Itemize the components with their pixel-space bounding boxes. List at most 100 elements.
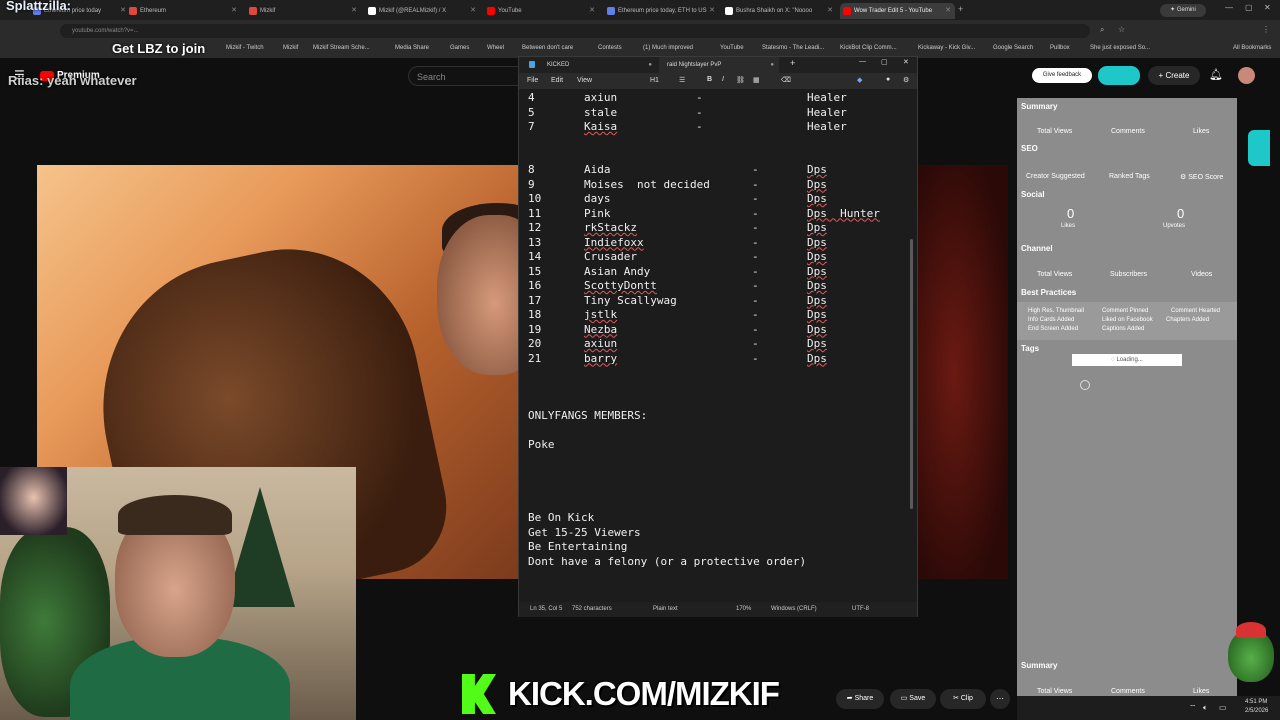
clip-button[interactable]: ✂ Clip <box>940 689 986 709</box>
table-icon[interactable]: ▦ <box>753 76 760 84</box>
zoom-icon[interactable]: ⌕ <box>1100 25 1104 35</box>
bookmark-item[interactable]: Games <box>450 45 469 51</box>
encoding[interactable]: UTF-8 <box>852 606 869 612</box>
clock-time[interactable]: 4:51 PM <box>1245 699 1267 705</box>
close-window-icon[interactable]: ✕ <box>1264 3 1271 12</box>
browser-tab[interactable]: Bushra Shaikh on X: "Noooo ✕ <box>722 3 837 19</box>
browser-tab[interactable]: Ethereum ✕ <box>126 3 241 19</box>
heading-dropdown[interactable]: H1 <box>650 77 659 84</box>
seo-score-label[interactable]: ⚙︎ SEO Score <box>1180 173 1223 181</box>
minimize-icon[interactable]: — <box>859 58 866 65</box>
notifications-bell-icon[interactable]: 🔔︎ <box>1209 68 1223 81</box>
onlyfangs-member: Poke <box>528 438 555 451</box>
close-tab-icon[interactable]: ✕ <box>351 3 357 19</box>
browser-tab[interactable]: Ethereum price today, ETH to US ✕ <box>604 3 719 19</box>
roster-role: Dps <box>807 177 827 191</box>
list-icon[interactable]: ☰ <box>679 76 685 84</box>
tags-loading-box: ◌ Loading... <box>1072 354 1182 366</box>
bold-icon[interactable]: B <box>707 76 712 83</box>
bookmark-item[interactable]: Mizkif - Twitch <box>226 45 264 51</box>
maximize-icon[interactable]: ▢ <box>881 58 888 66</box>
menu-dots-icon[interactable]: ⋮ <box>1262 25 1270 34</box>
notepad-tab-active[interactable]: raid Nightslayer PvP ● <box>659 57 779 73</box>
bp-item: Info Cards Added <box>1028 317 1075 323</box>
bookmark-item[interactable]: She just exposed So... <box>1090 45 1150 51</box>
upvotes-count: 0 <box>1177 206 1185 221</box>
clear-format-icon[interactable]: ⌫ <box>781 76 791 84</box>
create-button[interactable]: + Create <box>1148 66 1200 85</box>
roster-line: 17 Tiny Scallywag - Dps <box>528 293 827 307</box>
total-views-label-2: Total Views <box>1037 688 1073 695</box>
link-icon[interactable]: ⛓︎ <box>736 76 745 84</box>
bookmark-item[interactable]: KickBot Clip Comm... <box>840 45 897 51</box>
file-menu[interactable]: File <box>527 77 538 84</box>
battery-icon[interactable]: ▭ <box>1219 703 1227 712</box>
roster-name: Indiefoxx <box>584 235 644 249</box>
avatar[interactable] <box>1238 67 1255 84</box>
line-ending[interactable]: Windows (CRLF) <box>771 606 817 612</box>
close-tab-icon[interactable]: ✕ <box>945 3 951 19</box>
all-bookmarks[interactable]: All Bookmarks <box>1233 45 1271 51</box>
bookmark-item[interactable]: Kickaway - Kick Giv... <box>918 45 975 51</box>
bookmark-item[interactable]: Mizkif <box>283 45 298 51</box>
roster-number: 17 <box>528 293 542 307</box>
bookmark-item[interactable]: Pullbox <box>1050 45 1070 51</box>
gemini-button[interactable]: ✦ Gemini <box>1160 4 1206 17</box>
bookmark-item[interactable]: YouTube <box>720 45 744 51</box>
browser-tab[interactable]: YouTube ✕ <box>484 3 599 19</box>
subscribers-label: Subscribers <box>1110 271 1147 278</box>
likes-label-2: Likes <box>1193 688 1210 695</box>
bookmark-item[interactable]: (1) Much improved <box>643 45 693 51</box>
edit-menu[interactable]: Edit <box>551 77 563 84</box>
close-tab-icon[interactable]: ✕ <box>709 3 715 19</box>
creator-suggested-label[interactable]: Creator Suggested <box>1026 173 1085 180</box>
bookmark-item[interactable]: Google Search <box>993 45 1033 51</box>
close-tab-icon[interactable]: ✕ <box>827 3 833 19</box>
minimize-icon[interactable]: — <box>1225 3 1233 12</box>
new-tab-button[interactable]: + <box>790 58 795 68</box>
more-actions-icon[interactable]: ⋯ <box>990 689 1010 709</box>
bookmark-item[interactable]: Contests <box>598 45 622 51</box>
zoom-level[interactable]: 170% <box>736 606 751 612</box>
likes-label: Likes <box>1193 128 1210 135</box>
bookmark-item[interactable]: Statesmo - The Leadi... <box>762 45 824 51</box>
browser-tab-active[interactable]: Wow Trader Edit 5 - YouTube ✕ <box>840 3 955 19</box>
tubebuddy-side-tab[interactable] <box>1248 130 1270 166</box>
clock-date[interactable]: 2/5/2026 <box>1245 708 1268 714</box>
copilot-icon[interactable]: ◆ <box>857 76 862 84</box>
url-input[interactable]: youtube.com/watch?v=... <box>60 24 1090 38</box>
tubebuddy-button[interactable] <box>1098 66 1140 85</box>
notepad-editor[interactable]: 4 axiun - Healer 5 stale - Healer 7 Kaisa - Heale… <box>519 89 917 602</box>
bookmark-item[interactable]: Wheel <box>487 45 504 51</box>
close-tab-icon[interactable]: ✕ <box>231 3 237 19</box>
file-format[interactable]: Plain text <box>653 606 678 612</box>
italic-icon[interactable]: I <box>722 76 724 83</box>
new-tab-button[interactable]: + <box>958 4 963 14</box>
give-feedback-button[interactable]: Give feedback <box>1032 68 1092 83</box>
close-tab-icon[interactable]: ✕ <box>589 3 595 19</box>
notepad-tab[interactable]: KICKED ● <box>541 57 656 73</box>
close-tab-icon[interactable]: ✕ <box>470 3 476 19</box>
star-icon[interactable]: ☆ <box>1118 25 1125 34</box>
settings-gear-icon[interactable]: ⚙︎ <box>903 76 909 84</box>
roster-line: 13 Indiefoxx - Dps <box>528 236 827 249</box>
bookmark-item[interactable]: Mizkif Stream Sche... <box>313 45 370 51</box>
close-window-icon[interactable]: ✕ <box>903 58 909 66</box>
ranked-tags-label[interactable]: Ranked Tags <box>1109 173 1150 180</box>
save-button[interactable]: ▭ Save <box>890 689 936 709</box>
bookmark-item[interactable]: Media Share <box>395 45 429 51</box>
maximize-icon[interactable]: ▢ <box>1245 3 1253 12</box>
bp-item: Comment Pinned <box>1102 308 1149 314</box>
browser-tab[interactable]: Mizkif (@REALMizkif) / X ✕ <box>365 3 480 19</box>
notepad-window: KICKED ● raid Nightslayer PvP ● + — ▢ ✕ Fi… <box>518 56 918 617</box>
browser-tab[interactable]: Mizkif ✕ <box>246 3 361 19</box>
share-button[interactable]: ➦ Share <box>836 689 884 709</box>
bookmark-item[interactable]: Between don't care <box>522 45 573 51</box>
vertical-scrollbar[interactable] <box>910 239 913 509</box>
volume-icon[interactable]: 🔈︎ <box>1203 703 1208 713</box>
network-icon[interactable]: ⌔ <box>1189 703 1197 713</box>
search-input[interactable]: Search <box>408 66 523 86</box>
account-icon[interactable]: ● <box>886 76 890 83</box>
view-menu[interactable]: View <box>577 77 592 84</box>
roster-line: 12 rkStackz - Dps <box>528 221 827 234</box>
